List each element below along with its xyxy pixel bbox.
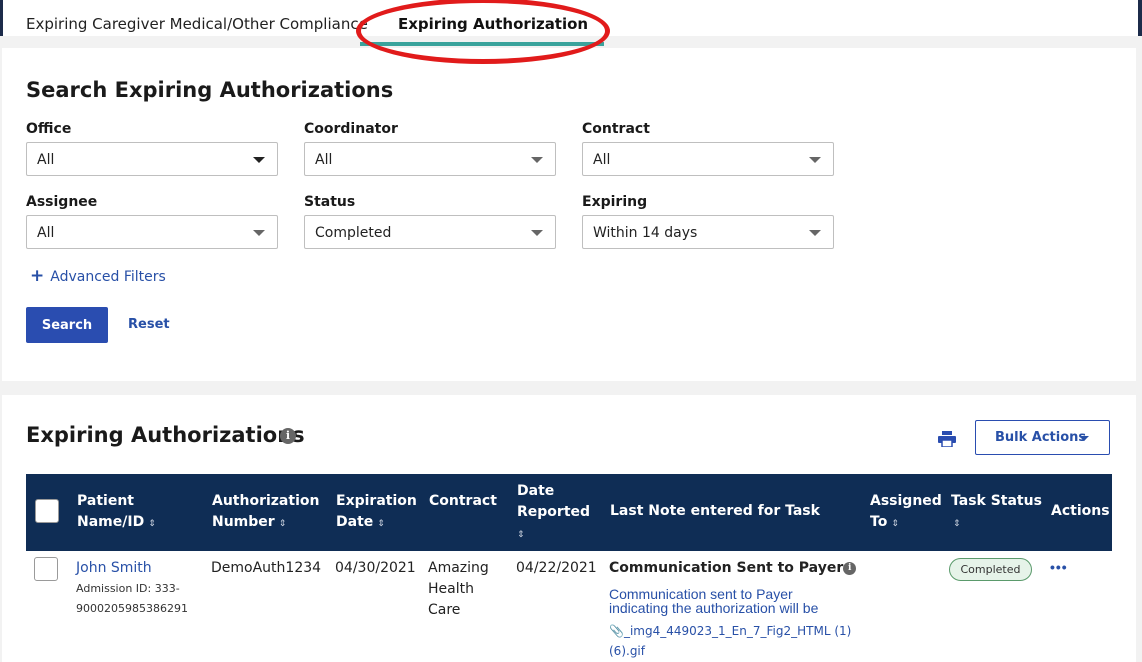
- info-icon[interactable]: i: [843, 561, 857, 575]
- search-panel: Search Expiring Authorizations Office Al…: [2, 48, 1136, 381]
- sort-icon: ⇕: [377, 519, 385, 529]
- expiring-label: Expiring: [582, 194, 648, 210]
- sort-icon: ⇕: [953, 519, 961, 529]
- col-assigned-to-line1: Assigned: [870, 493, 942, 509]
- col-authorization-number-line1: Authorization: [212, 493, 320, 509]
- col-contract: Contract: [429, 491, 497, 512]
- col-expiration-date-line1: Expiration: [336, 493, 417, 509]
- status-badge: Completed: [949, 558, 1032, 581]
- office-select-value: All: [37, 152, 55, 168]
- col-contract-label: Contract: [429, 493, 497, 509]
- admission-id-line2: 9000205985386291: [76, 602, 188, 615]
- print-icon[interactable]: [938, 431, 956, 447]
- coordinator-select[interactable]: All: [304, 142, 556, 176]
- contract-line1: Amazing: [428, 560, 489, 576]
- col-last-note: Last Note entered for Task: [610, 501, 820, 522]
- chevron-down-icon: [531, 230, 543, 236]
- plus-icon: +: [30, 266, 45, 286]
- office-label: Office: [26, 121, 72, 137]
- coordinator-label: Coordinator: [304, 121, 398, 137]
- admission-id-line1: Admission ID: 333-: [76, 582, 180, 595]
- sort-icon: ⇕: [517, 530, 525, 540]
- col-authorization-number-line2: Number: [212, 514, 275, 530]
- col-date-reported-line1: Date: [517, 483, 555, 499]
- more-actions-icon[interactable]: •••: [1050, 559, 1068, 575]
- bulk-actions-button[interactable]: Bulk Actions: [975, 420, 1110, 455]
- col-expiration-date[interactable]: Expiration Date ⇕: [336, 491, 417, 535]
- contract-cell: Amazing Health Care: [428, 558, 489, 621]
- col-patient-name-line2: Name/ID: [77, 514, 145, 530]
- contract-select[interactable]: All: [582, 142, 834, 176]
- search-button[interactable]: Search: [26, 307, 108, 343]
- contract-line2: Health: [428, 581, 474, 597]
- advanced-filters-label: Advanced Filters: [50, 269, 166, 285]
- sort-icon: ⇕: [148, 519, 156, 529]
- search-title: Search Expiring Authorizations: [26, 78, 394, 102]
- assignee-select[interactable]: All: [26, 215, 278, 249]
- chevron-down-icon: [1079, 436, 1089, 441]
- tab-expiring-authorization[interactable]: Expiring Authorization: [398, 15, 588, 33]
- row-checkbox[interactable]: [34, 557, 58, 581]
- attachment-line2: (6).gif: [609, 644, 645, 658]
- col-authorization-number[interactable]: Authorization Number ⇕: [212, 491, 319, 535]
- note-title: Communication Sent to Payer: [609, 560, 844, 576]
- select-all-checkbox[interactable]: [35, 499, 59, 523]
- attachment-link[interactable]: 📎_img4_449023_1_En_7_Fig2_HTML (1) (6).g…: [609, 621, 854, 661]
- attachment-line1: _img4_449023_1_En_7_Fig2_HTML (1): [623, 624, 852, 638]
- results-title: Expiring Authorizations: [26, 423, 305, 447]
- col-task-status-line1: Task Status: [951, 493, 1042, 509]
- col-patient-name-line1: Patient: [77, 493, 134, 509]
- col-assigned-to-line2: To: [870, 514, 888, 530]
- advanced-filters-link[interactable]: + Advanced Filters: [30, 266, 166, 286]
- tab-bar-right-edge: [1138, 0, 1142, 36]
- col-actions: Actions: [1051, 501, 1110, 522]
- results-panel: Expiring Authorizations i Bulk Actions P…: [2, 395, 1136, 662]
- contract-label: Contract: [582, 121, 650, 137]
- expiring-select[interactable]: Within 14 days: [582, 215, 834, 249]
- bulk-actions-label: Bulk Actions: [995, 430, 1087, 445]
- status-select[interactable]: Completed: [304, 215, 556, 249]
- expiration-date-cell: 04/30/2021: [335, 560, 416, 576]
- reset-button[interactable]: Reset: [128, 317, 170, 332]
- paperclip-icon: 📎: [609, 624, 624, 638]
- coordinator-select-value: All: [315, 152, 333, 168]
- note-title-cell: Communication Sent to Payer i: [609, 558, 857, 579]
- info-icon[interactable]: i: [280, 428, 296, 444]
- col-date-reported-line2: Reported: [517, 504, 591, 520]
- col-assigned-to[interactable]: Assigned To ⇕: [870, 491, 942, 535]
- tab-bar: Expiring Caregiver Medical/Other Complia…: [0, 0, 1142, 36]
- col-task-status[interactable]: Task Status ⇕: [951, 491, 1042, 535]
- col-patient-name[interactable]: Patient Name/ID ⇕: [77, 491, 156, 535]
- col-actions-label: Actions: [1051, 503, 1110, 519]
- active-tab-indicator: [360, 42, 604, 46]
- tab-bar-left-edge: [0, 0, 3, 36]
- patient-name-link[interactable]: John Smith: [76, 558, 188, 579]
- expiring-select-value: Within 14 days: [593, 225, 698, 241]
- sort-icon: ⇕: [891, 519, 899, 529]
- note-body: Communication sent to Payer indicating t…: [609, 586, 819, 616]
- assignee-select-value: All: [37, 225, 55, 241]
- authorization-number-cell: DemoAuth1234: [211, 560, 322, 576]
- office-select[interactable]: All: [26, 142, 278, 176]
- status-select-value: Completed: [315, 225, 392, 241]
- tab-expiring-caregiver-compliance[interactable]: Expiring Caregiver Medical/Other Complia…: [26, 15, 368, 33]
- col-last-note-label: Last Note entered for Task: [610, 503, 820, 519]
- contract-line3: Care: [428, 602, 461, 618]
- assignee-label: Assignee: [26, 194, 98, 210]
- col-date-reported[interactable]: Date Reported ⇕: [517, 481, 590, 546]
- date-reported-cell: 04/22/2021: [516, 560, 597, 576]
- patient-cell: John Smith Admission ID: 333- 9000205985…: [76, 558, 188, 619]
- chevron-down-icon: [253, 157, 265, 163]
- col-expiration-date-line2: Date: [336, 514, 374, 530]
- contract-select-value: All: [593, 152, 611, 168]
- status-label: Status: [304, 194, 356, 210]
- sort-icon: ⇕: [278, 519, 287, 529]
- chevron-down-icon: [809, 157, 821, 163]
- table-header: Patient Name/ID ⇕ Authorization Number ⇕ E…: [26, 474, 1112, 551]
- chevron-down-icon: [253, 230, 265, 236]
- chevron-down-icon: [531, 157, 543, 163]
- chevron-down-icon: [809, 230, 821, 236]
